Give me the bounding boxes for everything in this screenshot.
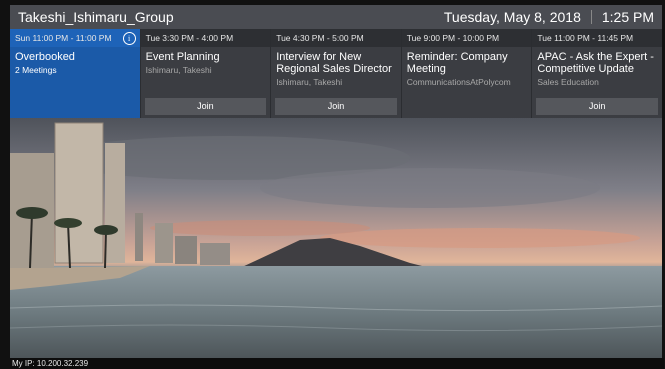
header-bar: Takeshi_Ishimaru_Group Tuesday, May 8, 2… xyxy=(10,5,662,29)
header-divider xyxy=(590,10,592,24)
meeting-title: Reminder: Company Meeting xyxy=(406,51,508,75)
info-icon[interactable]: i xyxy=(122,32,136,45)
background-photo xyxy=(10,118,662,358)
meeting-time: Tue 11:00 PM - 11:45 PM xyxy=(532,29,662,47)
meeting-card-interview[interactable]: Tue 4:30 PM - 5:00 PM Interview for New … xyxy=(271,29,401,118)
header-datetime: Tuesday, May 8, 2018 1:25 PM xyxy=(444,9,654,25)
meeting-card-event-planning[interactable]: Tue 3:30 PM - 4:00 PM Event Planning Ish… xyxy=(140,29,271,118)
meeting-title: Interview for New Regional Sales Directo… xyxy=(276,51,392,75)
status-footer: My IP: 10.200.32.239 xyxy=(10,358,664,369)
current-date: Tuesday, May 8, 2018 xyxy=(443,9,581,25)
meeting-organizer: Ishimaru, Takeshi xyxy=(276,77,343,87)
join-button[interactable]: Join xyxy=(536,98,658,115)
meeting-list: Sun 11:00 PM - 11:00 PM i Overbooked 2 M… xyxy=(10,29,662,118)
meeting-time: Tue 9:00 PM - 10:00 PM xyxy=(401,29,532,47)
meeting-subtitle: 2 Meetings xyxy=(15,65,57,75)
join-button[interactable]: Join xyxy=(144,98,267,115)
screen-frame: Takeshi_Ishimaru_Group Tuesday, May 8, 2… xyxy=(0,0,665,369)
ip-address: My IP: 10.200.32.239 xyxy=(12,359,89,368)
meeting-title: Overbooked xyxy=(15,51,75,63)
meeting-card-overbooked[interactable]: Sun 11:00 PM - 11:00 PM i Overbooked 2 M… xyxy=(10,29,140,118)
meeting-time: Sun 11:00 PM - 11:00 PM xyxy=(10,29,140,47)
meeting-time: Tue 4:30 PM - 5:00 PM xyxy=(271,29,401,47)
meeting-time: Tue 3:30 PM - 4:00 PM xyxy=(140,29,271,47)
beach-skyline-illustration xyxy=(10,118,662,358)
meeting-organizer: Sales Education xyxy=(537,77,599,87)
current-time: 1:25 PM xyxy=(601,9,654,25)
meeting-card-company-meeting[interactable]: Tue 9:00 PM - 10:00 PM Reminder: Company… xyxy=(401,29,532,118)
meeting-title: Event Planning xyxy=(145,51,220,63)
meeting-title: APAC - Ask the Expert - Competitive Upda… xyxy=(537,51,654,75)
join-button[interactable]: Join xyxy=(275,98,397,115)
meeting-card-apac-expert[interactable]: Tue 11:00 PM - 11:45 PM APAC - Ask the E… xyxy=(532,29,662,118)
room-name: Takeshi_Ishimaru_Group xyxy=(18,9,174,25)
meeting-organizer: Ishimaru, Takeshi xyxy=(145,65,212,75)
meeting-organizer: CommunicationsAtPolycom xyxy=(406,77,511,87)
